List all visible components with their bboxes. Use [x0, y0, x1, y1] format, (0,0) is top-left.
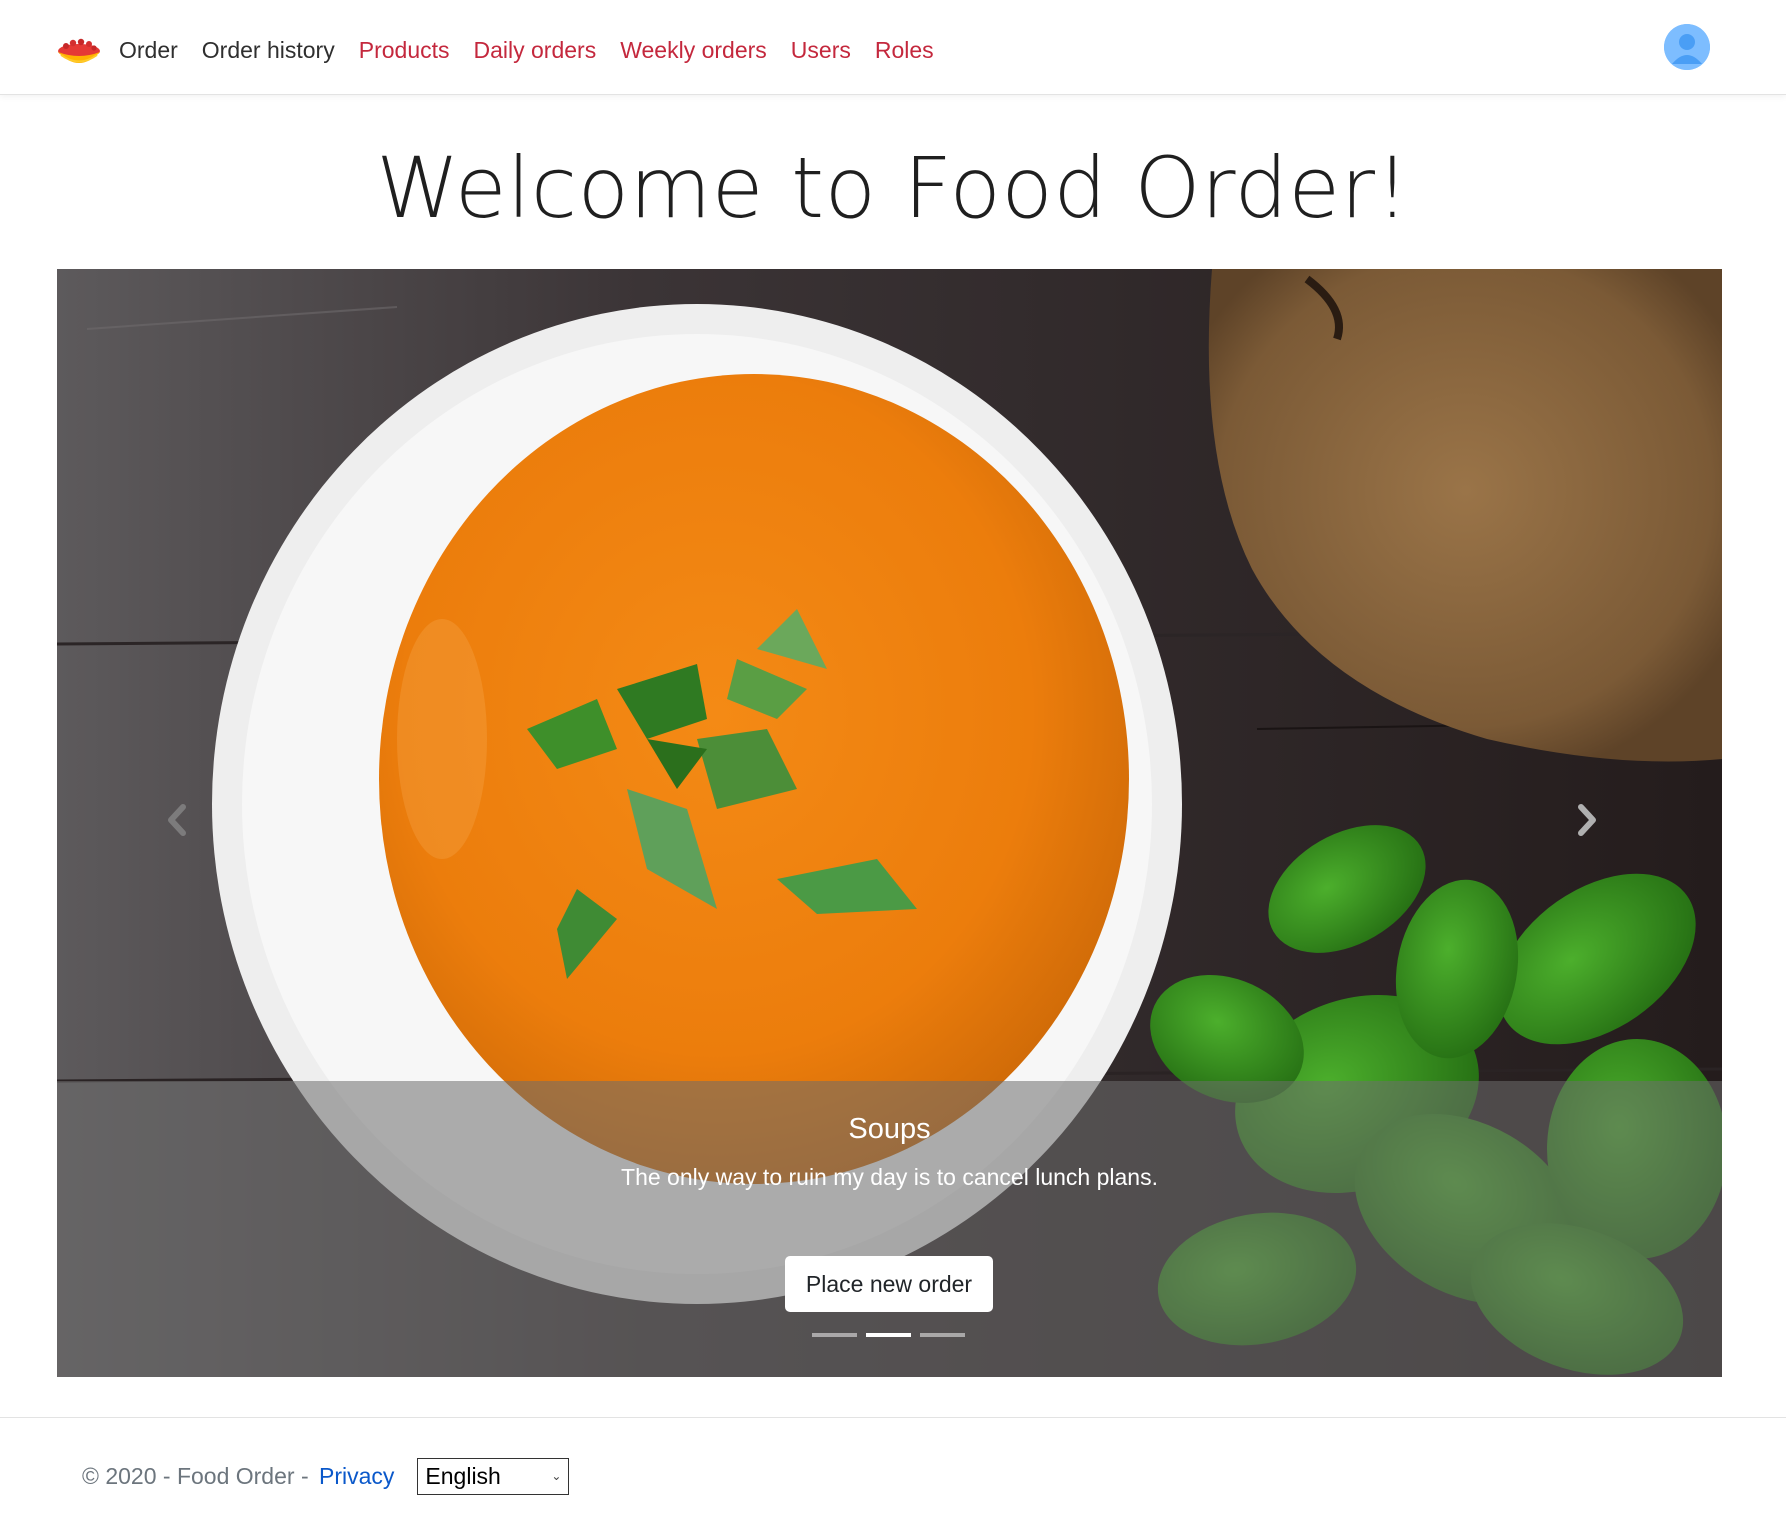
hero-carousel: Soups The only way to ruin my day is to … — [57, 269, 1722, 1377]
chevron-right-icon — [1578, 804, 1596, 836]
page-title: Welcome to Food Order! — [376, 139, 1410, 237]
nav-link-order[interactable]: Order — [119, 30, 178, 70]
carousel-next-button[interactable] — [1567, 795, 1607, 845]
page-footer: © 2020 - Food Order - Privacy English ⌄ — [0, 1417, 1786, 1530]
nav-link-daily-orders[interactable]: Daily orders — [474, 30, 597, 70]
footer-row: © 2020 - Food Order - Privacy English ⌄ — [82, 1456, 570, 1496]
user-avatar-icon[interactable] — [1664, 24, 1710, 70]
top-navbar: Order Order history Products Daily order… — [0, 0, 1786, 95]
carousel-indicator[interactable] — [812, 1333, 857, 1337]
food-bowl-logo-icon[interactable] — [57, 34, 101, 66]
chevron-left-icon — [168, 804, 186, 836]
nav-link-weekly-orders[interactable]: Weekly orders — [620, 30, 767, 70]
carousel-indicators — [812, 1333, 974, 1337]
slide-caption: The only way to ruin my day is to cancel… — [621, 1164, 1158, 1190]
privacy-link[interactable]: Privacy — [319, 1463, 394, 1490]
nav-link-order-history[interactable]: Order history — [202, 30, 335, 70]
nav-link-users[interactable]: Users — [791, 30, 851, 70]
carousel-indicator-active[interactable] — [866, 1333, 911, 1337]
chevron-down-icon: ⌄ — [551, 1469, 562, 1483]
nav-link-roles[interactable]: Roles — [875, 30, 934, 70]
language-select-value: English — [425, 1462, 501, 1489]
copyright-text: © 2020 - Food Order - — [82, 1462, 315, 1489]
carousel-indicator[interactable] — [920, 1333, 965, 1337]
main-nav: Order Order history Products Daily order… — [119, 30, 958, 70]
slide-title: Soups — [848, 1113, 931, 1145]
carousel-prev-button[interactable] — [157, 795, 197, 845]
nav-link-products[interactable]: Products — [359, 30, 450, 70]
language-select[interactable]: English ⌄ — [417, 1457, 570, 1495]
place-new-order-button[interactable]: Place new order — [785, 1256, 993, 1312]
